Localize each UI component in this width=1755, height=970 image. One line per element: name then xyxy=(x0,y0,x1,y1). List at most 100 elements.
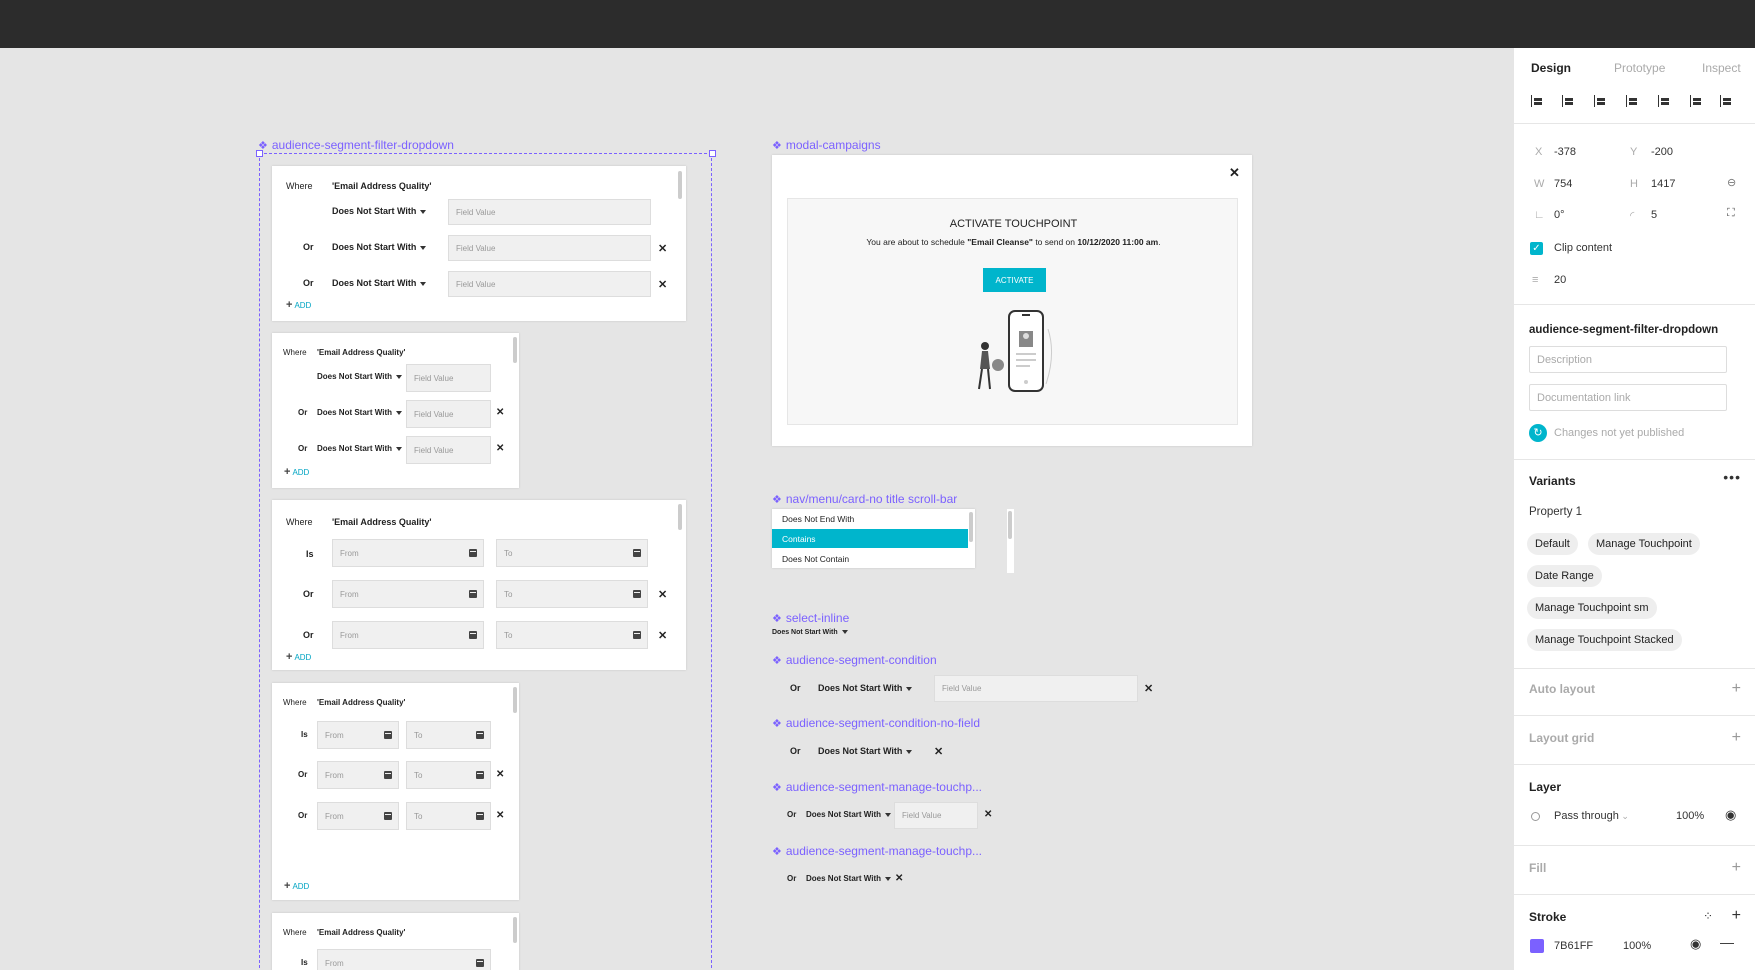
width-input[interactable]: 754 xyxy=(1554,178,1572,190)
date-to-input[interactable]: To xyxy=(496,580,648,608)
close-icon[interactable]: ✕ xyxy=(984,809,992,820)
date-to-input[interactable]: To xyxy=(496,621,648,649)
date-from-input[interactable]: From xyxy=(317,721,399,749)
operator-select[interactable]: Does Not Start With xyxy=(332,278,427,288)
variant-chip-manage-touchpoint[interactable]: Manage Touchpoint xyxy=(1588,533,1700,555)
stroke-color-input[interactable]: 7B61FF xyxy=(1554,940,1593,952)
inline-select[interactable]: Does Not Start With xyxy=(772,629,848,636)
scrollbar-thumb[interactable] xyxy=(1008,511,1012,539)
tab-inspect[interactable]: Inspect xyxy=(1702,61,1741,75)
field-value-input[interactable]: Field Value xyxy=(934,675,1138,702)
activate-button[interactable]: ACTIVATE xyxy=(983,268,1046,292)
component-label-modal[interactable]: ❖ modal-campaigns xyxy=(772,138,881,152)
align-bottom-icon[interactable] xyxy=(1690,94,1704,108)
remove-stroke-icon[interactable]: — xyxy=(1720,934,1734,950)
add-fill-icon[interactable]: + xyxy=(1732,860,1741,876)
add-auto-layout-icon[interactable]: + xyxy=(1732,681,1741,697)
field-value-input[interactable]: Field Value xyxy=(448,271,651,297)
variant-chip-manage-touchpoint-sm[interactable]: Manage Touchpoint sm xyxy=(1527,597,1657,619)
date-to-input[interactable]: To xyxy=(406,802,491,830)
corner-radius-input[interactable]: 5 xyxy=(1651,209,1657,221)
align-top-icon[interactable] xyxy=(1626,94,1640,108)
field-value-input[interactable]: Field Value xyxy=(448,199,651,225)
component-label-nav-menu[interactable]: ❖ nav/menu/card-no title scroll-bar xyxy=(772,492,957,506)
tab-design[interactable]: Design xyxy=(1531,61,1571,75)
variant-chip-manage-touchpoint-stacked[interactable]: Manage Touchpoint Stacked xyxy=(1527,629,1682,651)
date-from-input[interactable]: From xyxy=(317,949,491,970)
align-right-icon[interactable] xyxy=(1594,94,1608,108)
x-input[interactable]: -378 xyxy=(1554,146,1576,158)
date-from-input[interactable]: From xyxy=(332,580,484,608)
close-icon[interactable]: ✕ xyxy=(496,443,504,454)
close-icon[interactable]: ✕ xyxy=(496,810,504,821)
stroke-color-swatch[interactable] xyxy=(1530,939,1544,953)
close-icon[interactable]: ✕ xyxy=(496,407,504,418)
date-to-input[interactable]: To xyxy=(496,539,648,567)
menu-item[interactable]: Does Not End With xyxy=(772,509,968,528)
menu-item-selected[interactable]: Contains xyxy=(772,529,968,548)
clip-content-checkbox[interactable]: ✓ xyxy=(1530,242,1543,255)
layer-opacity-input[interactable]: 100% xyxy=(1676,810,1704,822)
align-vertical-center-icon[interactable] xyxy=(1658,94,1672,108)
design-canvas[interactable]: ❖ audience-segment-filter-dropdown Where… xyxy=(0,48,1513,970)
documentation-link-input[interactable]: Documentation link xyxy=(1529,384,1727,411)
resize-handle[interactable] xyxy=(709,150,716,157)
operator-select[interactable]: Does Not Start With xyxy=(818,683,913,693)
align-left-icon[interactable] xyxy=(1531,94,1545,108)
date-from-input[interactable]: From xyxy=(332,621,484,649)
component-label-manage-touchpoint-stacked[interactable]: ❖ audience-segment-manage-touchp... xyxy=(772,844,982,858)
field-value-input[interactable]: Field Value xyxy=(406,400,491,428)
close-icon[interactable]: ✕ xyxy=(895,873,903,884)
add-condition-button[interactable]: + ADD xyxy=(286,651,311,663)
tab-prototype[interactable]: Prototype xyxy=(1614,61,1665,75)
close-icon[interactable]: ✕ xyxy=(658,588,667,601)
variant-chip-date-range[interactable]: Date Range xyxy=(1527,565,1602,587)
field-value-input[interactable]: Field Value xyxy=(406,436,491,464)
blend-mode-select[interactable]: Pass through ⌄ xyxy=(1554,810,1629,822)
independent-corners-icon[interactable]: ⛶ xyxy=(1727,207,1735,220)
y-input[interactable]: -200 xyxy=(1651,146,1673,158)
date-to-input[interactable]: To xyxy=(406,761,491,789)
operator-select[interactable]: Does Not Start With xyxy=(317,444,403,453)
description-input[interactable]: Description xyxy=(1529,346,1727,373)
field-value-input[interactable]: Field Value xyxy=(448,235,651,261)
field-value-input[interactable]: Field Value xyxy=(406,364,491,392)
component-label-select-inline[interactable]: ❖ select-inline xyxy=(772,611,849,625)
date-from-input[interactable]: From xyxy=(332,539,484,567)
scrollbar-track[interactable] xyxy=(1007,509,1014,573)
operator-select[interactable]: Does Not Start With xyxy=(332,242,427,252)
component-label-filter-dropdown[interactable]: ❖ audience-segment-filter-dropdown xyxy=(258,138,454,152)
scrollbar[interactable] xyxy=(969,512,973,542)
add-condition-button[interactable]: + ADD xyxy=(284,880,309,892)
variant-chip-default[interactable]: Default xyxy=(1527,533,1578,555)
add-condition-button[interactable]: + ADD xyxy=(286,299,311,311)
operator-select[interactable]: Does Not Start With xyxy=(317,408,403,417)
scrollbar[interactable] xyxy=(678,504,682,530)
scrollbar[interactable] xyxy=(513,917,517,943)
component-label-manage-touchpoint[interactable]: ❖ audience-segment-manage-touchp... xyxy=(772,780,982,794)
add-stroke-icon[interactable]: + xyxy=(1732,908,1741,924)
more-options-icon[interactable]: ••• xyxy=(1723,469,1741,485)
resize-handle[interactable] xyxy=(256,150,263,157)
close-icon[interactable]: ✕ xyxy=(658,242,667,255)
date-to-input[interactable]: To xyxy=(406,721,491,749)
distribute-icon[interactable] xyxy=(1720,94,1734,108)
operator-select[interactable]: Does Not Start With xyxy=(806,810,892,819)
date-from-input[interactable]: From xyxy=(317,761,399,789)
scrollbar[interactable] xyxy=(513,687,517,713)
scrollbar[interactable] xyxy=(678,171,682,199)
close-icon[interactable]: ✕ xyxy=(496,769,504,780)
rotation-input[interactable]: 0° xyxy=(1554,209,1565,221)
operator-select[interactable]: Does Not Start With xyxy=(332,206,427,216)
eye-icon[interactable]: ◉ xyxy=(1690,936,1701,952)
eye-icon[interactable]: ◉ xyxy=(1725,807,1736,823)
spacing-input[interactable]: 20 xyxy=(1554,274,1566,286)
stroke-opacity-input[interactable]: 100% xyxy=(1623,940,1651,952)
close-icon[interactable]: ✕ xyxy=(658,629,667,642)
operator-select[interactable]: Does Not Start With xyxy=(317,372,403,381)
component-label-condition-no-field[interactable]: ❖ audience-segment-condition-no-field xyxy=(772,716,980,730)
close-icon[interactable]: ✕ xyxy=(1229,165,1240,181)
add-layout-grid-icon[interactable]: + xyxy=(1732,730,1741,746)
stroke-style-icon[interactable]: ⁘ xyxy=(1703,909,1713,923)
component-label-condition[interactable]: ❖ audience-segment-condition xyxy=(772,653,937,667)
